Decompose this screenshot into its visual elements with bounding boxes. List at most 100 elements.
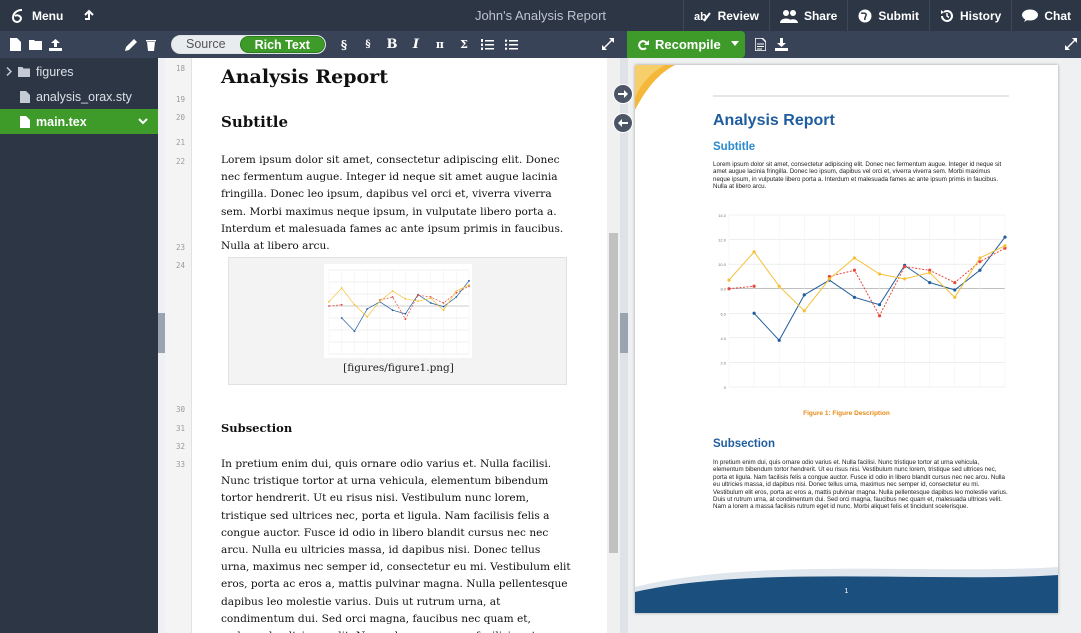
data-point <box>928 271 932 275</box>
data-point <box>417 294 419 297</box>
sync-to-pdf-button[interactable] <box>613 84 633 104</box>
math-pi-icon[interactable]: π <box>430 35 450 55</box>
collapse-sidebar-handle[interactable] <box>158 313 165 353</box>
users-icon <box>779 9 798 23</box>
expand-editor-icon[interactable] <box>598 34 618 54</box>
chevron-right-icon[interactable] <box>6 67 12 76</box>
data-point <box>417 300 419 303</box>
data-point <box>953 288 957 292</box>
sync-to-code-button[interactable] <box>613 113 633 133</box>
rename-pencil-icon[interactable] <box>121 35 141 55</box>
pdf-paragraph-2: In pretium enim dui, quis ornare odio va… <box>713 459 1008 511</box>
sigma-icon[interactable]: Σ <box>454 35 474 55</box>
data-point <box>379 300 381 303</box>
data-point <box>455 290 458 292</box>
y-tick-label: 10.0 <box>718 262 727 267</box>
chevron-down-icon[interactable] <box>731 41 739 46</box>
pdf-paragraph-1: Lorem ipsum dolor sit amet, consectetur … <box>713 161 1002 191</box>
pdf-figure-caption: Figure 1: Figure Description <box>803 410 890 417</box>
data-point <box>727 278 731 282</box>
download-pdf-icon[interactable] <box>771 34 791 54</box>
line-number: 20 <box>175 113 185 122</box>
rich-text-editor[interactable]: 18 19 20 21 22 23 24 30 31 32 33 Analysi… <box>165 58 620 633</box>
data-point <box>442 305 445 308</box>
data-point <box>353 303 356 306</box>
recompile-button[interactable]: Recompile <box>627 31 745 58</box>
pdf-subsection: Subsection <box>713 438 775 450</box>
data-point <box>366 308 369 310</box>
pdf-page[interactable]: Analysis Report Subtitle Lorem ipsum dol… <box>635 65 1058 613</box>
tree-item-main-tex[interactable]: main.tex <box>0 109 158 134</box>
editor-title: Analysis Report <box>221 66 388 88</box>
arrow-right-icon <box>618 89 628 99</box>
recompile-label: Recompile <box>655 37 721 52</box>
collapse-preview-handle[interactable] <box>620 313 628 353</box>
editor-toolbar: Source Rich Text § § B I π Σ Recompile <box>0 31 1081 58</box>
line-number: 23 <box>175 243 185 252</box>
tree-item-sty-file[interactable]: analysis_orax.sty <box>0 84 158 109</box>
menu-label: Menu <box>32 8 64 23</box>
expand-preview-icon[interactable] <box>1061 34 1081 54</box>
menu-button[interactable]: Menu <box>0 0 73 31</box>
y-tick-label: 6.0 <box>720 311 726 316</box>
history-button[interactable]: History <box>928 0 1011 31</box>
data-point <box>978 256 982 260</box>
upload-icon[interactable] <box>45 35 65 55</box>
data-point <box>727 287 731 291</box>
data-point <box>1003 244 1007 248</box>
bullet-list-icon[interactable] <box>502 35 522 55</box>
pdf-figure-chart: 0 2.0 4.0 6.0 8.0 10.0 12.0 14.0 <box>718 213 1007 390</box>
line-number: 33 <box>175 460 185 469</box>
y-tick-label: 14.0 <box>718 213 727 218</box>
line-number: 18 <box>175 64 185 73</box>
subsection-icon[interactable]: § <box>358 35 378 55</box>
file-icon <box>20 90 30 103</box>
submit-button[interactable]: Submit <box>847 0 929 31</box>
numbered-list-icon[interactable] <box>478 35 498 55</box>
editor-scrollbar-thumb[interactable] <box>609 233 618 553</box>
arrow-up-icon <box>83 9 95 23</box>
line-number: 32 <box>175 442 185 451</box>
section-icon[interactable]: § <box>334 35 354 55</box>
data-point <box>903 265 907 269</box>
data-point <box>429 297 432 300</box>
refresh-icon <box>637 39 649 51</box>
italic-icon[interactable]: I <box>406 35 426 55</box>
data-point <box>953 295 957 299</box>
data-point <box>391 290 394 292</box>
line-number: 31 <box>175 424 185 433</box>
data-point <box>404 312 407 315</box>
data-point <box>328 300 330 303</box>
bold-icon[interactable]: B <box>382 35 402 55</box>
history-icon <box>940 9 954 23</box>
review-button[interactable]: ab Review <box>682 0 769 31</box>
svg-text:ab: ab <box>694 11 707 23</box>
data-point <box>328 305 330 307</box>
chevron-down-icon[interactable] <box>138 118 148 125</box>
line-number: 30 <box>175 405 185 414</box>
share-button[interactable]: Share <box>768 0 847 31</box>
back-to-projects-button[interactable] <box>73 0 105 31</box>
tree-item-label: analysis_orax.sty <box>36 89 132 104</box>
delete-trash-icon[interactable] <box>141 35 161 55</box>
new-file-icon[interactable] <box>5 35 25 55</box>
rich-text-mode-button[interactable]: Rich Text <box>239 36 325 53</box>
file-tree: figures analysis_orax.sty main.tex <box>0 58 158 633</box>
tree-item-label: main.tex <box>36 114 87 129</box>
chat-bubble-icon <box>1022 9 1039 23</box>
data-point <box>877 303 882 307</box>
figure-placeholder[interactable]: [figures/figure1.png] <box>228 257 567 385</box>
editor-subtitle: Subtitle <box>221 113 289 131</box>
series-line <box>728 247 1006 317</box>
share-label: Share <box>803 8 838 23</box>
chat-button[interactable]: Chat <box>1011 0 1081 31</box>
data-point <box>442 302 445 304</box>
chat-label: Chat <box>1044 8 1071 23</box>
new-folder-icon[interactable] <box>25 35 45 55</box>
data-point <box>391 309 394 312</box>
source-mode-button[interactable]: Source <box>172 36 240 53</box>
tree-item-figures[interactable]: figures <box>0 59 158 84</box>
log-file-icon[interactable] <box>750 34 770 54</box>
top-bar: Menu John's Analysis Report ab Review Sh… <box>0 0 1081 31</box>
data-point <box>777 284 781 288</box>
